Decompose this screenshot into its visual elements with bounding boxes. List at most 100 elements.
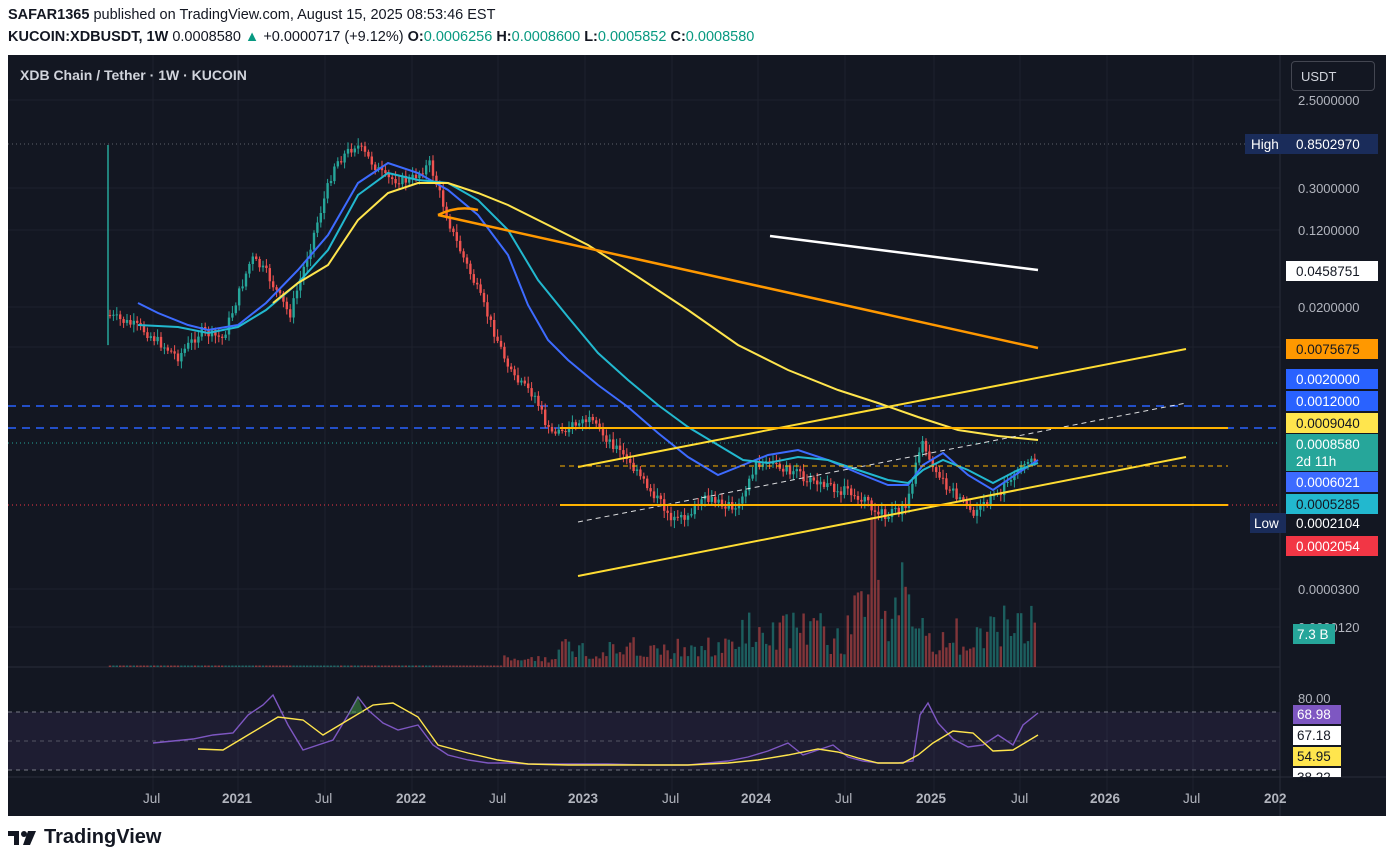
candle-body-242: [928, 451, 931, 460]
time-tick-12: 2026: [1090, 791, 1121, 806]
candle-body-156: [635, 469, 639, 471]
candle-body-228: [880, 509, 883, 515]
volume-bar-247: [945, 647, 948, 667]
volume-bar-161: [652, 645, 656, 667]
volume-bar-146: [601, 652, 605, 667]
price-axis-tick-3: 0.1200000: [1298, 223, 1359, 238]
candle-body-146: [601, 429, 605, 436]
volume-bar-74: [357, 665, 360, 667]
volume-bar-181: [720, 652, 724, 667]
volume-bar-124: [527, 658, 530, 667]
volume-bar-265: [1006, 619, 1009, 667]
volume-bar-119: [510, 660, 513, 667]
candle-body-91: [414, 174, 418, 179]
volume-bar-3: [115, 665, 118, 667]
volume-bar-220: [853, 595, 856, 667]
volume-bar-158: [642, 656, 645, 667]
volume-bar-59: [306, 665, 309, 667]
bar-countdown: 2d 11h: [1296, 454, 1336, 469]
candle-body-227: [877, 511, 880, 515]
volume-bar-255: [972, 647, 975, 667]
volume-bar-128: [540, 661, 543, 667]
candle-body-135: [564, 431, 567, 433]
price-chart[interactable]: 2.5000000 0.3000000 0.1200000 0.0200000 …: [8, 55, 1386, 816]
volume-bar-37: [231, 665, 234, 667]
volume-bar-71: [346, 665, 350, 667]
volume-bar-125: [530, 657, 533, 667]
currency-button[interactable]: USDT: [1291, 61, 1375, 91]
candle-body-161: [652, 491, 656, 499]
volume-bar-243: [931, 651, 934, 667]
volume-bar-63: [319, 665, 322, 667]
volume-bar-89: [408, 665, 411, 667]
candle-body-128: [540, 406, 543, 410]
volume-bar-29: [204, 665, 207, 667]
candle-body-140: [581, 419, 584, 424]
volume-bar-45: [258, 665, 261, 667]
volume-bar-238: [914, 628, 917, 667]
volume-bar-28: [200, 665, 203, 667]
volume-bar-198: [778, 622, 781, 667]
volume-bar-132: [554, 659, 557, 667]
volume-bar-266: [1009, 636, 1013, 667]
chart-frame[interactable]: 2.5000000 0.3000000 0.1200000 0.0200000 …: [8, 55, 1386, 816]
candle-body-190: [751, 474, 754, 479]
volume-bar-252: [962, 646, 965, 667]
volume-bar-197: [775, 649, 778, 667]
candle-body-157: [639, 469, 642, 477]
candle-body-199: [782, 468, 785, 472]
volume-bar-166: [669, 658, 673, 667]
candle-body-125: [530, 388, 533, 397]
candle-body-102: [452, 228, 455, 232]
volume-tag: 7.3 B: [1297, 627, 1329, 642]
candle-body-182: [724, 506, 727, 509]
volume-bar-12: [146, 665, 149, 667]
candle-body-191: [754, 461, 758, 475]
volume-bar-260: [989, 616, 992, 667]
volume-bar-27: [197, 665, 200, 667]
white-trend-line: [769, 234, 1039, 272]
candle-body-136: [567, 428, 571, 433]
tradingview-brand[interactable]: TradingView: [8, 826, 161, 849]
time-tick-3: Jul: [315, 791, 332, 806]
candle-body-45: [258, 259, 261, 268]
candle-body-120: [513, 369, 516, 376]
volume-bar-135: [564, 639, 567, 667]
volume-bar-204: [799, 632, 802, 667]
candle-body-180: [717, 499, 720, 503]
volume-bar-61: [312, 665, 316, 667]
volume-bar-267: [1013, 633, 1016, 667]
volume-bar-54: [289, 665, 292, 667]
volume-bar-152: [622, 654, 625, 667]
volume-bar-206: [805, 644, 809, 667]
volume-bar-234: [901, 562, 904, 667]
channel-lower-line: [577, 456, 1187, 577]
candle-body-206: [805, 481, 809, 483]
volume-bar-26: [193, 665, 197, 667]
volume-bar-213: [829, 654, 832, 667]
candle-body-77: [367, 151, 370, 157]
time-tick-9: Jul: [835, 791, 852, 806]
time-tick-13: Jul: [1183, 791, 1200, 806]
candle-body-239: [918, 452, 921, 463]
volume-bar-179: [714, 655, 717, 667]
price-axis-tick-4: 0.0200000: [1298, 300, 1359, 315]
candle-body-204: [799, 469, 802, 472]
candle-body-271: [1026, 462, 1030, 464]
candle-body-232: [894, 507, 897, 510]
candle-body-20: [173, 351, 176, 354]
candle-body-119: [510, 366, 513, 370]
volume-bar-144: [595, 656, 598, 667]
candle-body-173: [693, 504, 696, 515]
candle-body-202: [792, 471, 795, 475]
volume-bar-186: [737, 646, 741, 667]
volume-bar-18: [166, 665, 169, 667]
volume-bar-118: [506, 657, 509, 667]
candle-body-212: [826, 483, 829, 487]
price-tag-white: 0.0458751: [1296, 264, 1360, 279]
volume-bar-137: [571, 651, 574, 667]
candle-body-266: [1009, 480, 1013, 482]
candle-body-27: [197, 336, 200, 343]
candle-body-122: [520, 380, 523, 383]
volume-bar-129: [544, 657, 547, 667]
